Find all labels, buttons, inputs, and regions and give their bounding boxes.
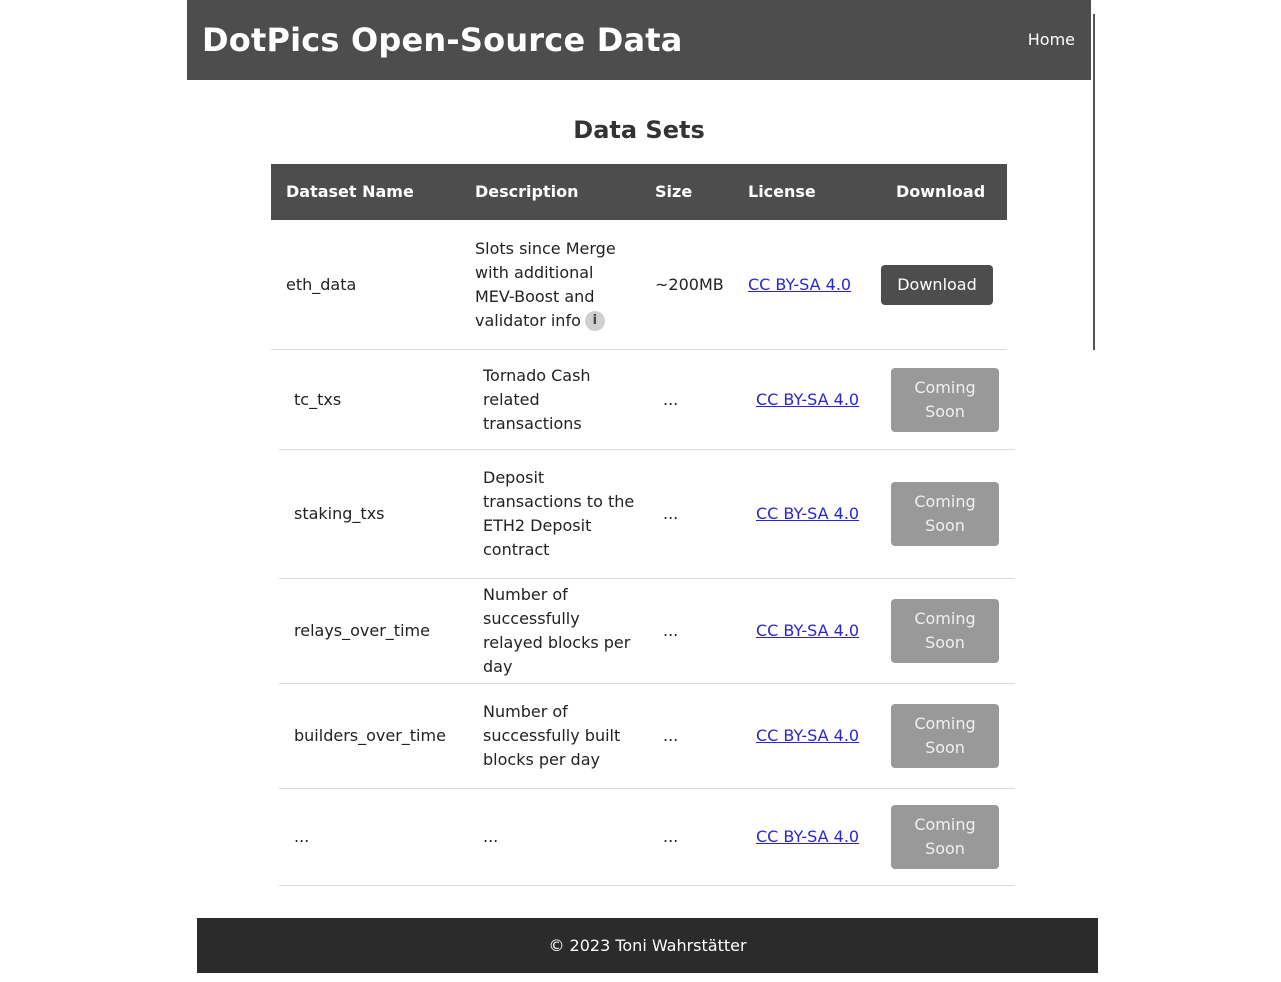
column-header-license: License	[748, 182, 816, 201]
dataset-size: ...	[663, 621, 679, 640]
column-header-download: Download	[896, 182, 986, 201]
dataset-size: ...	[663, 827, 679, 846]
license-link[interactable]: CC BY-SA 4.0	[756, 724, 859, 748]
dataset-description: Number of successfully built blocks per …	[483, 702, 621, 769]
dataset-size: ~200MB	[655, 274, 724, 294]
dataset-description: Number of successfully relayed blocks pe…	[483, 585, 631, 676]
scrollbar[interactable]	[1093, 14, 1095, 350]
table-row: relays_over_time Number of successfully …	[279, 579, 1015, 684]
coming-soon-button[interactable]: Coming Soon	[891, 805, 999, 869]
license-link[interactable]: CC BY-SA 4.0	[748, 273, 851, 297]
table-header: Dataset Name Description Size License Do…	[271, 164, 1007, 220]
dataset-name: staking_txs	[294, 504, 385, 523]
dataset-name: relays_over_time	[294, 621, 430, 640]
license-link[interactable]: CC BY-SA 4.0	[756, 825, 859, 849]
table-row: ... ... ... CC BY-SA 4.0 Coming Soon	[279, 789, 1015, 886]
dataset-size: ...	[663, 389, 679, 409]
coming-soon-button[interactable]: Coming Soon	[891, 599, 999, 663]
dataset-size: ...	[663, 726, 679, 745]
license-link[interactable]: CC BY-SA 4.0	[756, 619, 859, 643]
table-row: eth_data Slots since Merge with addition…	[271, 220, 1007, 350]
coming-soon-button[interactable]: Coming Soon	[891, 704, 999, 768]
license-link[interactable]: CC BY-SA 4.0	[756, 502, 859, 526]
dataset-name: eth_data	[286, 274, 357, 294]
table-row: tc_txs Tornado Cash related transactions…	[279, 350, 1015, 450]
dataset-name: builders_over_time	[294, 726, 446, 745]
column-header-size: Size	[655, 182, 693, 201]
table-row: builders_over_time Number of successfull…	[279, 684, 1015, 789]
download-button[interactable]: Download	[881, 264, 993, 305]
site-title: DotPics Open-Source Data	[202, 21, 683, 59]
section-title: Data Sets	[573, 116, 705, 144]
info-icon[interactable]: i	[584, 311, 605, 331]
table-row: staking_txs Deposit transactions to the …	[279, 450, 1015, 579]
column-header-description: Description	[475, 182, 579, 201]
nav-home-link[interactable]: Home	[1028, 29, 1075, 51]
dataset-description: Tornado Cash related transactions	[483, 365, 591, 433]
dataset-description: ...	[483, 827, 499, 846]
coming-soon-button[interactable]: Coming Soon	[891, 367, 999, 432]
dataset-name: ...	[294, 827, 310, 846]
license-link[interactable]: CC BY-SA 4.0	[756, 388, 859, 412]
dataset-description: Deposit transactions to the ETH2 Deposit…	[483, 468, 635, 559]
dataset-size: ...	[663, 504, 679, 523]
site-header: DotPics Open-Source Data Home	[187, 0, 1091, 80]
coming-soon-button[interactable]: Coming Soon	[891, 482, 999, 546]
column-header-name: Dataset Name	[286, 182, 414, 201]
copyright-text: © 2023 Toni Wahrstätter	[548, 936, 747, 955]
site-footer: © 2023 Toni Wahrstätter	[197, 918, 1098, 973]
dataset-name: tc_txs	[294, 389, 342, 409]
